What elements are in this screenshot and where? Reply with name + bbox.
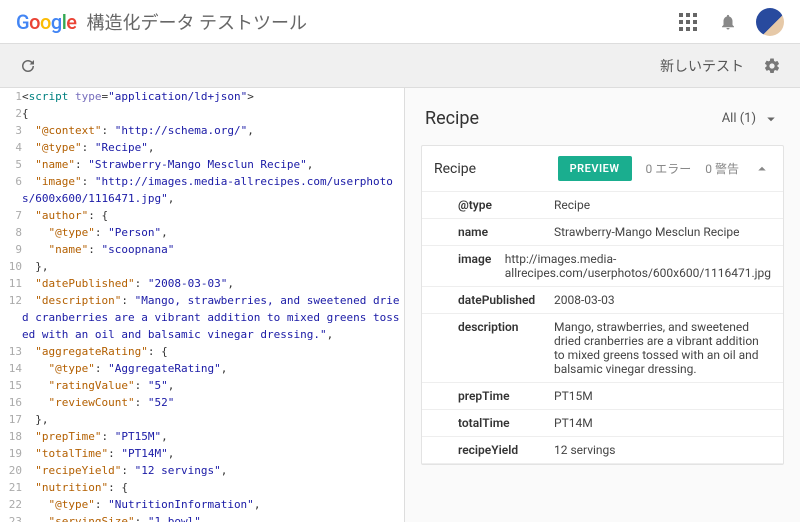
line-number: 6 (0, 173, 22, 207)
code-line[interactable]: "prepTime": "PT15M", (22, 428, 404, 445)
line-number: 4 (0, 139, 22, 156)
code-line[interactable]: }, (22, 411, 404, 428)
google-logo: Google (16, 10, 77, 34)
line-number: 3 (0, 122, 22, 139)
line-number: 10 (0, 258, 22, 275)
card-title: Recipe (434, 161, 476, 177)
error-count: 0 エラー (646, 160, 692, 177)
property-key: recipeYield (434, 443, 554, 457)
property-value: 12 servings (554, 443, 771, 457)
refresh-icon[interactable] (16, 54, 40, 78)
code-line[interactable]: "name": "Strawberry-Mango Mesclun Recipe… (22, 156, 404, 173)
code-line[interactable]: "recipeYield": "12 servings", (22, 462, 404, 479)
line-number: 19 (0, 445, 22, 462)
code-line[interactable]: "@context": "http://schema.org/", (22, 122, 404, 139)
property-key: description (434, 320, 554, 376)
line-number: 16 (0, 394, 22, 411)
line-number: 17 (0, 411, 22, 428)
warning-count: 0 警告 (705, 160, 739, 177)
code-line[interactable]: { (22, 105, 404, 122)
line-number: 1 (0, 88, 22, 105)
line-number: 12 (0, 292, 22, 343)
code-line[interactable]: "nutrition": { (22, 479, 404, 496)
code-line[interactable]: "@type": "NutritionInformation", (22, 496, 404, 513)
app-title: 構造化データ テストツール (87, 9, 307, 35)
property-value: http://images.media-allrecipes.com/userp… (505, 252, 771, 280)
property-row: @typeRecipe (422, 192, 783, 219)
code-line[interactable]: <script type="application/ld+json"> (22, 88, 404, 105)
property-row: descriptionMango, strawberries, and swee… (422, 314, 783, 383)
line-number: 15 (0, 377, 22, 394)
property-key: totalTime (434, 416, 554, 430)
preview-button[interactable]: PREVIEW (558, 156, 632, 181)
line-number: 13 (0, 343, 22, 360)
property-row: nameStrawberry-Mango Mesclun Recipe (422, 219, 783, 246)
code-panel[interactable]: 1<script type="application/ld+json">2{3 … (0, 88, 405, 522)
property-key: datePublished (434, 293, 554, 307)
code-line[interactable]: "reviewCount": "52" (22, 394, 404, 411)
code-line[interactable]: "author": { (22, 207, 404, 224)
property-row: totalTimePT14M (422, 410, 783, 437)
property-value: Recipe (554, 198, 771, 212)
app-header: Google 構造化データ テストツール (0, 0, 800, 44)
property-value: 2008-03-03 (554, 293, 771, 307)
property-row: imagehttp://images.media-allrecipes.com/… (422, 246, 783, 287)
line-number: 11 (0, 275, 22, 292)
result-card: Recipe PREVIEW 0 エラー 0 警告 @typeRecipenam… (421, 145, 784, 465)
results-heading: Recipe (425, 108, 479, 129)
code-line[interactable]: "servingSize": "1 bowl", (22, 513, 404, 522)
property-value: PT15M (554, 389, 771, 403)
line-number: 18 (0, 428, 22, 445)
code-line[interactable]: "image": "http://images.media-allrecipes… (22, 173, 404, 207)
code-line[interactable]: "description": "Mango, strawberries, and… (22, 292, 404, 343)
line-number: 7 (0, 207, 22, 224)
gear-icon[interactable] (760, 54, 784, 78)
line-number: 8 (0, 224, 22, 241)
line-number: 22 (0, 496, 22, 513)
property-value: Mango, strawberries, and sweetened dried… (554, 320, 771, 376)
property-key: @type (434, 198, 554, 212)
code-line[interactable]: }, (22, 258, 404, 275)
toolbar: 新しいテスト (0, 44, 800, 88)
code-line[interactable]: "datePublished": "2008-03-03", (22, 275, 404, 292)
apps-icon[interactable] (676, 10, 700, 34)
chevron-down-icon (762, 110, 780, 128)
filter-dropdown[interactable]: All (1) (722, 110, 780, 128)
line-number: 14 (0, 360, 22, 377)
code-line[interactable]: "@type": "Person", (22, 224, 404, 241)
code-line[interactable]: "@type": "Recipe", (22, 139, 404, 156)
results-panel: Recipe All (1) Recipe PREVIEW 0 エラー 0 警告… (405, 88, 800, 522)
property-row: datePublished2008-03-03 (422, 287, 783, 314)
code-line[interactable]: "ratingValue": "5", (22, 377, 404, 394)
chevron-up-icon (753, 160, 771, 178)
collapse-toggle[interactable] (753, 160, 771, 178)
property-row: recipeYield12 servings (422, 437, 783, 464)
line-number: 23 (0, 513, 22, 522)
property-key: prepTime (434, 389, 554, 403)
code-line[interactable]: "aggregateRating": { (22, 343, 404, 360)
line-number: 5 (0, 156, 22, 173)
property-value: PT14M (554, 416, 771, 430)
line-number: 9 (0, 241, 22, 258)
property-key: name (434, 225, 554, 239)
new-test-button[interactable]: 新しいテスト (660, 56, 744, 76)
code-line[interactable]: "name": "scoopnana" (22, 241, 404, 258)
line-number: 20 (0, 462, 22, 479)
line-number: 2 (0, 105, 22, 122)
notifications-icon[interactable] (716, 10, 740, 34)
property-row: prepTimePT15M (422, 383, 783, 410)
code-line[interactable]: "@type": "AggregateRating", (22, 360, 404, 377)
property-value: Strawberry-Mango Mesclun Recipe (554, 225, 771, 239)
property-key: image (434, 252, 505, 280)
line-number: 21 (0, 479, 22, 496)
filter-label: All (1) (722, 111, 756, 126)
avatar[interactable] (756, 8, 784, 36)
code-line[interactable]: "totalTime": "PT14M", (22, 445, 404, 462)
